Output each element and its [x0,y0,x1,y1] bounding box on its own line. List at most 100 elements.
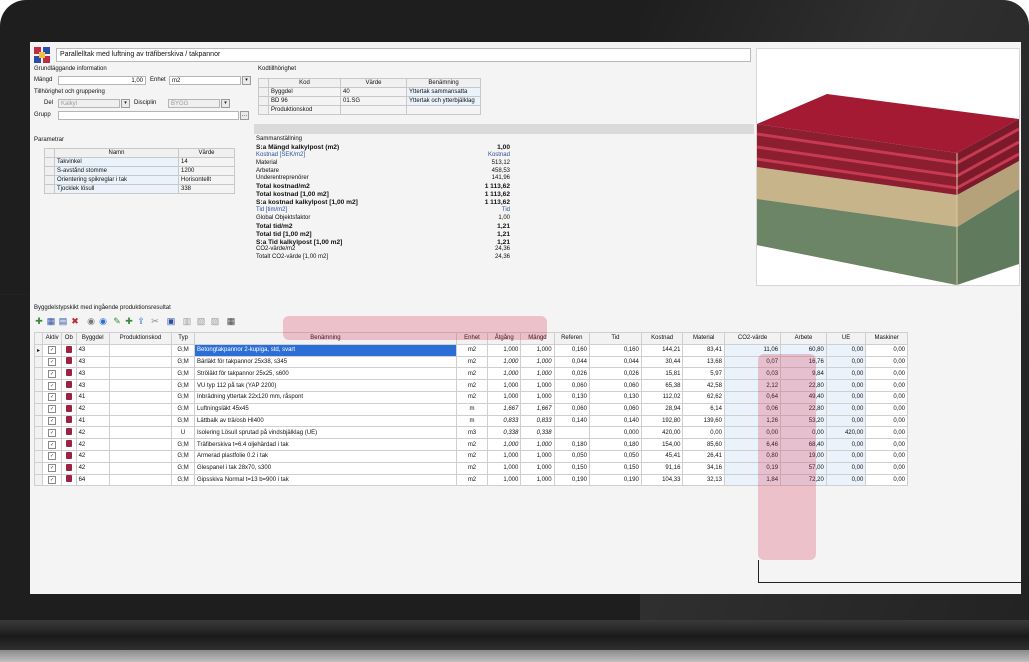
typ-cell[interactable]: G;M [171,379,196,392]
dropdown-icon[interactable]: ▾ [121,99,130,108]
material-cell[interactable]: 32,13 [682,473,725,487]
typ-cell[interactable]: G;M [171,343,196,357]
atgang-cell[interactable]: 1,000 [487,390,522,404]
byggdel-cell[interactable]: 42 [75,449,110,463]
atgang-cell[interactable]: 0,833 [487,414,522,428]
code-value-cell[interactable]: 40 [340,87,407,97]
maskiner-cell[interactable]: 0,00 [865,449,908,463]
ue-cell[interactable]: 0,00 [825,379,867,392]
material-cell[interactable]: 62,62 [682,390,725,404]
unit-cell[interactable]: m2 [455,367,489,381]
kostnad-cell[interactable]: 144,21 [640,343,684,357]
checkbox-icon[interactable]: ✓ [48,346,57,355]
byggdel-cell[interactable]: 42 [75,426,110,440]
typ-cell[interactable]: G;M [171,438,196,451]
row-header[interactable] [33,449,44,463]
kostnad-cell[interactable]: 192,80 [640,414,684,428]
maskiner-cell[interactable]: 0,00 [865,367,908,381]
unit-cell[interactable]: m2 [455,461,489,475]
ue-cell[interactable]: 0,00 [825,343,867,357]
produktionskod-cell[interactable] [108,426,173,440]
produktionskod-cell[interactable] [108,343,173,357]
tid-cell[interactable]: 0,000 [588,426,642,440]
dropdown-icon[interactable]: ▾ [242,76,251,85]
kostnad-cell[interactable]: 112,02 [640,390,684,404]
checkbox-icon[interactable]: ✓ [48,440,57,449]
col-header[interactable]: Maskiner [865,332,908,345]
mangd-cell[interactable]: 1,000 [520,367,555,381]
active-cell[interactable]: ✓ [42,379,63,392]
referen-cell[interactable] [553,426,590,440]
col-header[interactable]: Material [682,332,725,345]
name-cell[interactable]: Glespanel i tak 28x70, s300 [194,461,457,475]
typ-cell[interactable]: G;M [171,355,196,369]
atgang-cell[interactable]: 1,000 [487,367,522,381]
unit-cell[interactable]: m2 [455,438,489,451]
quantity-field[interactable]: 1,00 [58,76,146,85]
active-cell[interactable]: ✓ [42,473,63,487]
columns-icon[interactable]: ▧ [196,316,206,326]
mangd-cell[interactable]: 1,000 [520,473,555,487]
referen-cell[interactable]: 0,140 [553,414,590,428]
tid-cell[interactable]: 0,044 [588,355,642,369]
material-cell[interactable]: 83,41 [682,343,725,357]
atgang-cell[interactable]: 0,338 [487,426,522,440]
atgang-cell[interactable]: 1,000 [487,355,522,369]
tid-cell[interactable]: 0,140 [588,414,642,428]
produktionskod-cell[interactable] [108,390,173,404]
tid-cell[interactable]: 0,150 [588,461,642,475]
atgang-cell[interactable]: 1,000 [487,379,522,392]
up-icon[interactable]: ◉ [86,316,96,326]
ue-cell[interactable]: 0,00 [825,473,867,487]
referen-cell[interactable]: 0,130 [553,390,590,404]
tool-icon[interactable]: ✂ [150,316,160,326]
kostnad-cell[interactable]: 30,44 [640,355,684,369]
active-cell[interactable]: ✓ [42,390,63,404]
referen-cell[interactable]: 0,160 [553,343,590,357]
row-header[interactable] [33,367,44,381]
maskiner-cell[interactable]: 0,00 [865,355,908,369]
settings-icon[interactable]: ▨ [210,316,220,326]
atgang-cell[interactable]: 1,000 [487,343,522,357]
material-cell[interactable]: 34,16 [682,461,725,475]
name-cell[interactable]: Isolering Lösull sprutad på vindsbjälkla… [194,426,457,440]
kostnad-cell[interactable]: 420,00 [640,426,684,440]
name-cell[interactable]: Bärläkt för takpannor 25x38, s345 [194,355,457,369]
produktionskod-cell[interactable] [108,414,173,428]
atgang-cell[interactable]: 1,000 [487,473,522,487]
checkbox-icon[interactable]: ✓ [48,357,57,366]
atgang-cell[interactable]: 1,000 [487,461,522,475]
produktionskod-cell[interactable] [108,438,173,451]
active-cell[interactable]: ✓ [42,355,63,369]
material-cell[interactable]: 13,68 [682,355,725,369]
tid-cell[interactable]: 0,130 [588,390,642,404]
maskiner-cell[interactable]: 0,00 [865,461,908,475]
kostnad-cell[interactable]: 45,41 [640,449,684,463]
name-cell[interactable]: Armerad plastfolie 0.2 i tak [194,449,457,463]
unit-cell[interactable]: m [455,402,489,416]
plus-icon[interactable]: ✚ [124,316,134,326]
view-icon[interactable]: ▣ [166,316,176,326]
del-select[interactable]: Kalkyl [58,99,120,108]
mangd-cell[interactable]: 1,000 [520,438,555,451]
referen-cell[interactable]: 0,150 [553,461,590,475]
col-header-co2[interactable]: CO2-värde [723,332,782,345]
active-cell[interactable]: ✓ [42,461,63,475]
ue-cell[interactable]: 0,00 [825,449,867,463]
byggdel-cell[interactable]: 43 [75,343,110,357]
checkbox-icon[interactable]: ✓ [48,381,57,390]
row-header[interactable] [33,426,44,440]
ue-cell[interactable]: 0,00 [825,367,867,381]
byggdel-cell[interactable]: 41 [75,390,110,404]
byggdel-cell[interactable]: 43 [75,367,110,381]
col-header[interactable]: Produktionskod [108,332,173,345]
row-header[interactable] [33,402,44,416]
delete-icon[interactable]: ✖ [70,316,80,326]
col-header[interactable]: UE [825,332,867,345]
name-cell[interactable]: VU typ 112 på tak (YAP 2200) [194,379,457,392]
typ-cell[interactable]: G;M [171,449,196,463]
byggdel-cell[interactable]: 41 [75,414,110,428]
row-header[interactable] [33,390,44,404]
checkbox-icon[interactable]: ✓ [48,464,57,473]
checkbox-icon[interactable]: ✓ [48,475,57,484]
